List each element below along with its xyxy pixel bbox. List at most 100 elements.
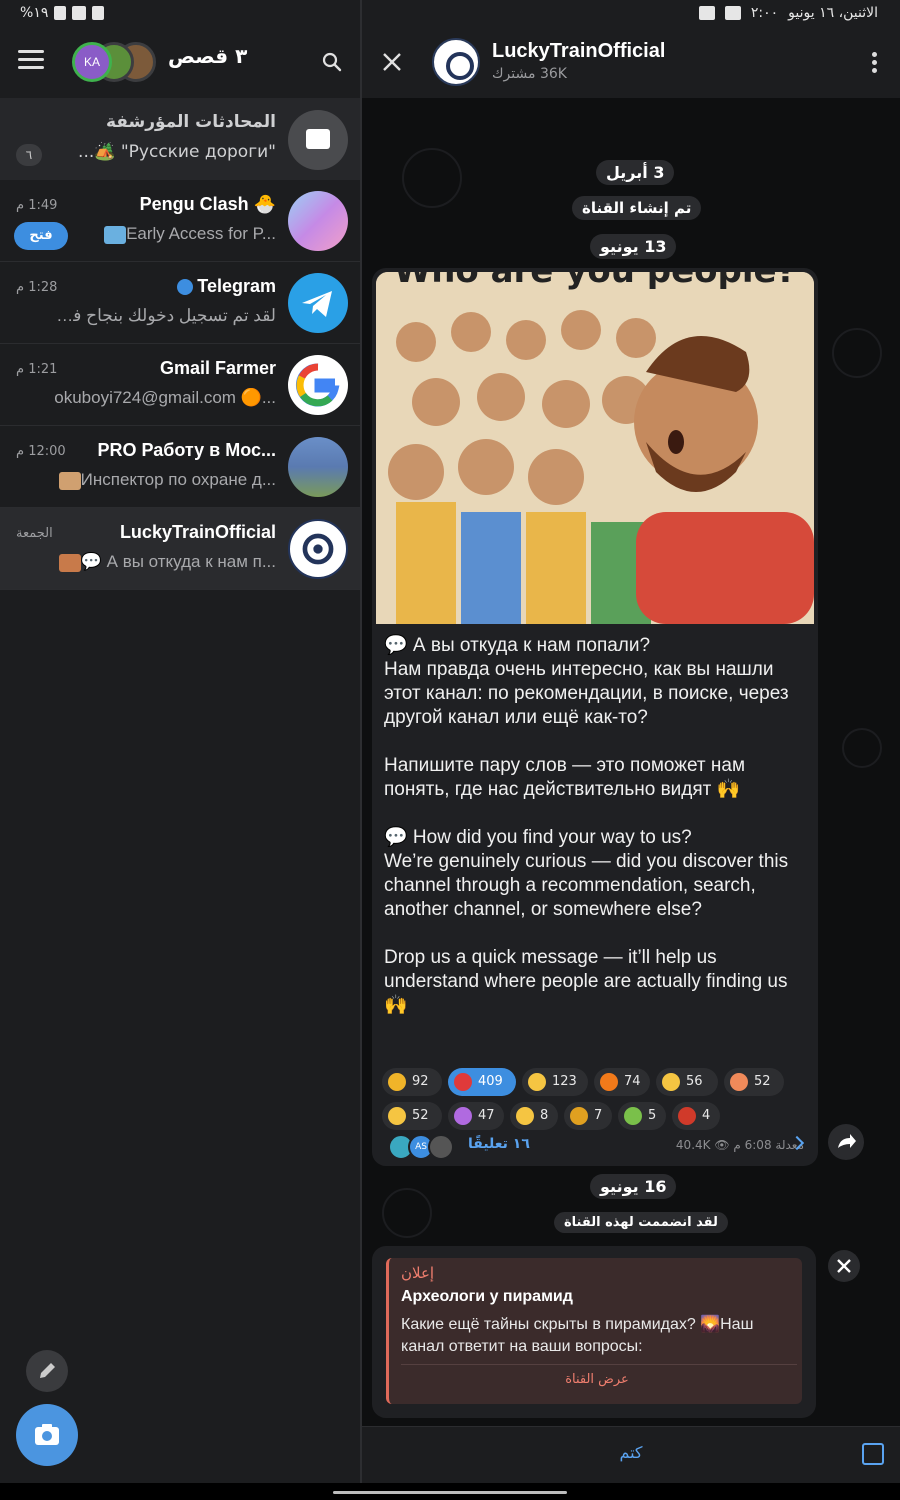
service-message: لقد انضممت لهذه القناة <box>554 1212 728 1233</box>
reaction-emoji-icon <box>678 1106 696 1125</box>
reaction-emoji-icon <box>388 1106 406 1125</box>
reaction-emoji-icon <box>516 1106 534 1125</box>
post-image[interactable]: Who are you people? <box>376 272 814 624</box>
reaction-emoji-icon <box>454 1106 472 1125</box>
pencil-icon <box>40 1363 55 1378</box>
hamburger-menu-icon[interactable] <box>18 50 44 72</box>
chat-name: LuckyTrainOfficial <box>119 522 276 542</box>
ad-tag: إعلان <box>401 1264 435 1282</box>
reaction-count: 52 <box>412 1108 429 1123</box>
gallery-icon <box>724 6 741 20</box>
chat-preview: okuboyi724@gmail.com 🟠... <box>54 388 276 407</box>
chat-name: Pengu Clash 🐣 <box>139 194 276 214</box>
reaction-emoji-icon <box>528 1072 546 1091</box>
status-right: الاثنين، ١٦ يونيو ٢:٠٠ <box>698 5 878 21</box>
reaction-count: 409 <box>478 1074 503 1089</box>
reaction-emoji-icon <box>624 1106 642 1125</box>
compose-pencil-button[interactable] <box>26 1350 68 1392</box>
story-avatar-ka[interactable]: KA <box>72 42 112 82</box>
chat-row-gmail-farmer[interactable]: Gmail Farmer okuboyi724@gmail.com 🟠... 1… <box>0 344 360 426</box>
stories-label[interactable]: ٣ قصص <box>168 44 247 68</box>
channel-panel: LuckyTrainOfficial 36K مشترك 3 أبريل تم … <box>362 28 900 1483</box>
stories-avatars[interactable]: KA <box>72 42 156 82</box>
chat-time: 12:00 م <box>16 444 66 459</box>
reaction-chip[interactable]: 123 <box>522 1068 588 1096</box>
reaction-emoji-icon <box>570 1106 588 1125</box>
chat-name: Telegram <box>177 276 276 297</box>
reaction-emoji-icon <box>662 1072 680 1091</box>
sponsored-message[interactable]: إعلان Археологи у пирамид Какие ещё тайн… <box>372 1246 816 1418</box>
chat-name: PRO Работу в Мос... <box>97 440 276 460</box>
reaction-chip[interactable]: 74 <box>594 1068 650 1096</box>
comments-row[interactable]: AS ١٦ تعليقًا <box>372 1126 818 1166</box>
chat-list-header: KA ٣ قصص <box>0 28 360 98</box>
chat-preview: 💬 А вы откуда к нам п... <box>55 552 276 572</box>
system-nav-bar <box>0 1483 900 1500</box>
channel-header: LuckyTrainOfficial 36K مشترك <box>362 28 900 98</box>
chat-time: 1:49 م <box>16 198 58 213</box>
comments-count[interactable]: ١٦ تعليقًا <box>468 1136 530 1152</box>
reaction-count: 47 <box>478 1108 495 1123</box>
google-logo-icon <box>288 355 348 415</box>
telegram-logo-icon <box>288 273 348 333</box>
post-text: 💬 А вы откуда к нам попали? Нам правда о… <box>384 635 789 1016</box>
channel-post: Who are you people? 💬 А вы откуда к нам … <box>372 268 818 1166</box>
reaction-emoji-icon <box>730 1072 748 1091</box>
chat-preview: Early Access for P... <box>100 224 276 244</box>
image-caption: Who are you people? <box>394 272 797 291</box>
reaction-chip[interactable]: 409 <box>448 1068 516 1096</box>
camera-button[interactable] <box>16 1404 78 1466</box>
reaction-count: 123 <box>552 1074 577 1089</box>
service-message: تم إنشاء القناة <box>572 196 702 220</box>
chat-row-luckytrain[interactable]: LuckyTrainOfficial 💬 А вы откуда к нам п… <box>0 508 360 590</box>
commenter-avatar <box>428 1134 454 1160</box>
background-doodle <box>382 1188 432 1238</box>
reaction-emoji-icon <box>600 1072 618 1091</box>
share-icon <box>838 1134 856 1148</box>
luckytrain-logo-icon <box>288 519 348 579</box>
reaction-count: 5 <box>648 1108 657 1123</box>
reaction-chip[interactable]: 52 <box>724 1068 784 1096</box>
nav-handle[interactable] <box>333 1491 567 1494</box>
reaction-count: 56 <box>686 1074 703 1089</box>
reaction-count: 92 <box>412 1074 429 1089</box>
chat-time: 1:28 م <box>16 280 58 295</box>
view-channel-button[interactable]: عرض القناة <box>389 1372 805 1387</box>
channel-footer: كتم <box>362 1426 900 1483</box>
archived-count-badge: ٦ <box>16 144 42 166</box>
chat-preview: لقد تم تسجيل دخولك بنجاح في b... <box>46 306 276 325</box>
chat-row-pengu-clash[interactable]: Pengu Clash 🐣 Early Access for P... 1:49… <box>0 180 360 262</box>
open-button[interactable]: فتح <box>14 222 68 250</box>
gift-icon[interactable] <box>862 1443 884 1465</box>
verified-icon <box>177 279 194 296</box>
chevron-right-icon[interactable] <box>789 1135 805 1151</box>
reaction-count: 52 <box>754 1074 771 1089</box>
archived-title: المحادثات المؤرشفة <box>105 112 276 132</box>
ad-divider <box>401 1364 797 1365</box>
more-options-icon[interactable] <box>872 52 878 74</box>
preview-thumbnail <box>58 471 81 490</box>
mute-button[interactable]: كتم <box>362 1443 900 1462</box>
chat-row-pro-rabotu[interactable]: PRO Работу в Мос... Инспектор по охране … <box>0 426 360 508</box>
chat-row-telegram[interactable]: Telegram لقد تم تسجيل دخولك بنجاح في b..… <box>0 262 360 344</box>
channel-title[interactable]: LuckyTrainOfficial <box>492 40 665 63</box>
reaction-emoji-icon <box>454 1072 472 1091</box>
wifi-icon <box>72 6 87 20</box>
ad-close-button[interactable] <box>828 1250 860 1282</box>
close-icon <box>837 1259 851 1273</box>
chat-time: الجمعة <box>16 526 53 541</box>
reaction-chip[interactable]: 56 <box>656 1068 718 1096</box>
ad-card[interactable]: إعلان Археологи у пирамид Какие ещё тайн… <box>386 1258 802 1404</box>
archived-subtitle: "Русские дороги" 🏕️... <box>78 142 276 162</box>
ad-body: Какие ещё тайны скрыты в пирамидах? 🌄Наш… <box>401 1316 754 1355</box>
share-button[interactable] <box>828 1124 864 1160</box>
background-doodle <box>832 328 882 378</box>
archived-chats-row[interactable]: المحادثات المؤرشفة "Русские дороги" 🏕️..… <box>0 98 360 180</box>
search-icon[interactable] <box>322 52 342 72</box>
reaction-chip[interactable]: 92 <box>382 1068 442 1096</box>
close-icon[interactable] <box>380 50 404 74</box>
reaction-count: 4 <box>702 1108 711 1123</box>
mute-icon <box>92 6 105 20</box>
preview-thumbnail <box>104 225 127 244</box>
channel-avatar[interactable] <box>432 38 480 86</box>
